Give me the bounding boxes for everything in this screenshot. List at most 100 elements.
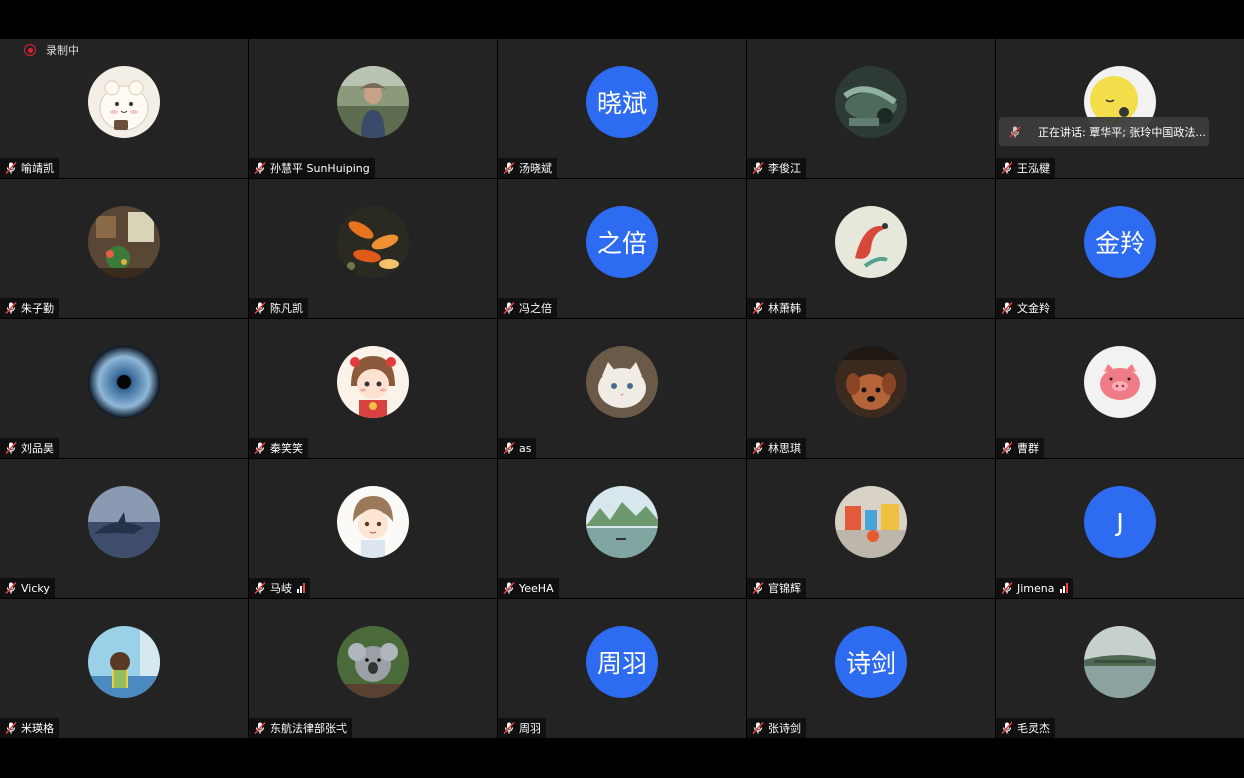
record-icon	[24, 44, 36, 56]
muted-mic-icon	[751, 721, 765, 735]
name-tag: YeeHA	[498, 578, 559, 598]
muted-mic-icon	[4, 301, 18, 315]
participant-name: 冯之倍	[519, 302, 552, 315]
participant-tile[interactable]: 东航法律部张弌	[249, 599, 497, 738]
active-speaker-banner: 正在讲话: 覃华平; 张玲中国政法...	[999, 117, 1209, 146]
name-tag: 马岐	[249, 578, 310, 598]
name-tag: 文金羚	[996, 298, 1055, 318]
participant-tile[interactable]: 秦笑笑	[249, 319, 497, 458]
muted-mic-icon	[502, 721, 516, 735]
participant-name: 喻靖凯	[21, 162, 54, 175]
muted-mic-icon	[1000, 441, 1014, 455]
eye-iris-avatar-icon	[88, 346, 160, 418]
muted-mic-icon	[502, 441, 516, 455]
nature-photo-avatar-icon	[835, 66, 907, 138]
initials-avatar: 之倍	[586, 206, 658, 278]
participant-tile[interactable]: 官锦辉	[747, 459, 995, 598]
participant-name: as	[519, 441, 532, 455]
initials-avatar: 晓斌	[586, 66, 658, 138]
muted-mic-icon	[751, 161, 765, 175]
participant-name: 刘品昊	[21, 442, 54, 455]
cartoon-window-avatar-icon	[88, 626, 160, 698]
participant-tile[interactable]: 刘品昊	[0, 319, 248, 458]
participant-name: 秦笑笑	[270, 442, 303, 455]
participant-name: 王泓楗	[1017, 162, 1050, 175]
network-signal-icon	[297, 583, 305, 593]
participant-name: 孙慧平 SunHuiping	[270, 162, 370, 175]
participant-name: YeeHA	[519, 581, 554, 595]
participant-tile[interactable]: 晓斌汤晓斌	[498, 39, 746, 178]
participant-tile[interactable]: 喻靖凯	[0, 39, 248, 178]
name-tag: as	[498, 438, 537, 458]
participant-tile[interactable]: 李俊江	[747, 39, 995, 178]
muted-mic-icon	[1000, 301, 1014, 315]
participant-name: 陈凡凯	[270, 302, 303, 315]
participant-name: 李俊江	[768, 162, 801, 175]
participant-tile[interactable]: 朱子勤	[0, 179, 248, 318]
participant-tile[interactable]: Vicky	[0, 459, 248, 598]
name-tag: 李俊江	[747, 158, 806, 178]
participant-tile[interactable]: 米瑛格	[0, 599, 248, 738]
participant-name: 曹群	[1017, 442, 1039, 455]
participant-name: 朱子勤	[21, 302, 54, 315]
koala-photo-avatar-icon	[337, 626, 409, 698]
koi-fish-photo-avatar-icon	[337, 206, 409, 278]
participant-name: 米瑛格	[21, 722, 54, 735]
participant-tile[interactable]: as	[498, 319, 746, 458]
participant-tile[interactable]: 周羽 周羽	[498, 599, 746, 738]
name-tag: 东航法律部张弌	[249, 718, 352, 738]
participant-tile[interactable]: 毛灵杰	[996, 599, 1244, 738]
person-photo-avatar-icon	[337, 66, 409, 138]
participant-tile[interactable]: 林萧韩	[747, 179, 995, 318]
name-tag: 官锦辉	[747, 578, 806, 598]
initials-avatar: 诗剑	[835, 626, 907, 698]
name-tag: 林思琪	[747, 438, 806, 458]
participant-tile[interactable]: J Jimena	[996, 459, 1244, 598]
dolphin-photo-avatar-icon	[88, 486, 160, 558]
recording-indicator[interactable]: 录制中	[24, 42, 79, 58]
name-tag: 冯之倍	[498, 298, 557, 318]
cartoon-girl-avatar-icon	[337, 346, 409, 418]
participant-tile[interactable]: 孙慧平 SunHuiping	[249, 39, 497, 178]
participant-tile[interactable]: 陈凡凯	[249, 179, 497, 318]
participant-tile[interactable]: YeeHA	[498, 459, 746, 598]
muted-mic-icon	[253, 721, 267, 735]
participant-name: 马岐	[270, 582, 292, 595]
mic-icon	[1008, 125, 1022, 139]
muted-mic-icon	[253, 301, 267, 315]
participant-name: 林思琪	[768, 442, 801, 455]
koi-painting-avatar-icon	[835, 206, 907, 278]
participant-name: Vicky	[21, 581, 50, 595]
room-photo-avatar-icon	[88, 206, 160, 278]
name-tag: 米瑛格	[0, 718, 59, 738]
name-tag: 秦笑笑	[249, 438, 308, 458]
muted-mic-icon	[751, 301, 765, 315]
participant-tile[interactable]: 马岐	[249, 459, 497, 598]
river-landscape-avatar-icon	[586, 486, 658, 558]
muted-mic-icon	[1000, 581, 1014, 595]
participant-tile[interactable]: 诗剑 张诗剑	[747, 599, 995, 738]
muted-mic-icon	[4, 161, 18, 175]
participant-tile[interactable]: 林思琪	[747, 319, 995, 458]
muted-mic-icon	[253, 581, 267, 595]
name-tag: 汤晓斌	[498, 158, 557, 178]
brown-dog-avatar-icon	[835, 346, 907, 418]
initials-avatar: 金羚	[1084, 206, 1156, 278]
name-tag: 喻靖凯	[0, 158, 59, 178]
participant-tile[interactable]: 之倍冯之倍	[498, 179, 746, 318]
muted-mic-icon	[502, 581, 516, 595]
participant-tile[interactable]: 金羚文金羚	[996, 179, 1244, 318]
name-tag: 陈凡凯	[249, 298, 308, 318]
participant-tile[interactable]: 王泓楗	[996, 39, 1244, 178]
participant-name: 毛灵杰	[1017, 722, 1050, 735]
muted-mic-icon	[751, 581, 765, 595]
muted-mic-icon	[1000, 721, 1014, 735]
white-cat-photo-avatar-icon	[586, 346, 658, 418]
muted-mic-icon	[253, 161, 267, 175]
muted-mic-icon	[751, 441, 765, 455]
initials-avatar: J	[1084, 486, 1156, 558]
name-tag: 孙慧平 SunHuiping	[249, 158, 375, 178]
recording-label: 录制中	[46, 44, 79, 57]
participant-tile[interactable]: 曹群	[996, 319, 1244, 458]
speaking-text: 正在讲话: 覃华平; 张玲中国政法...	[1038, 125, 1206, 139]
